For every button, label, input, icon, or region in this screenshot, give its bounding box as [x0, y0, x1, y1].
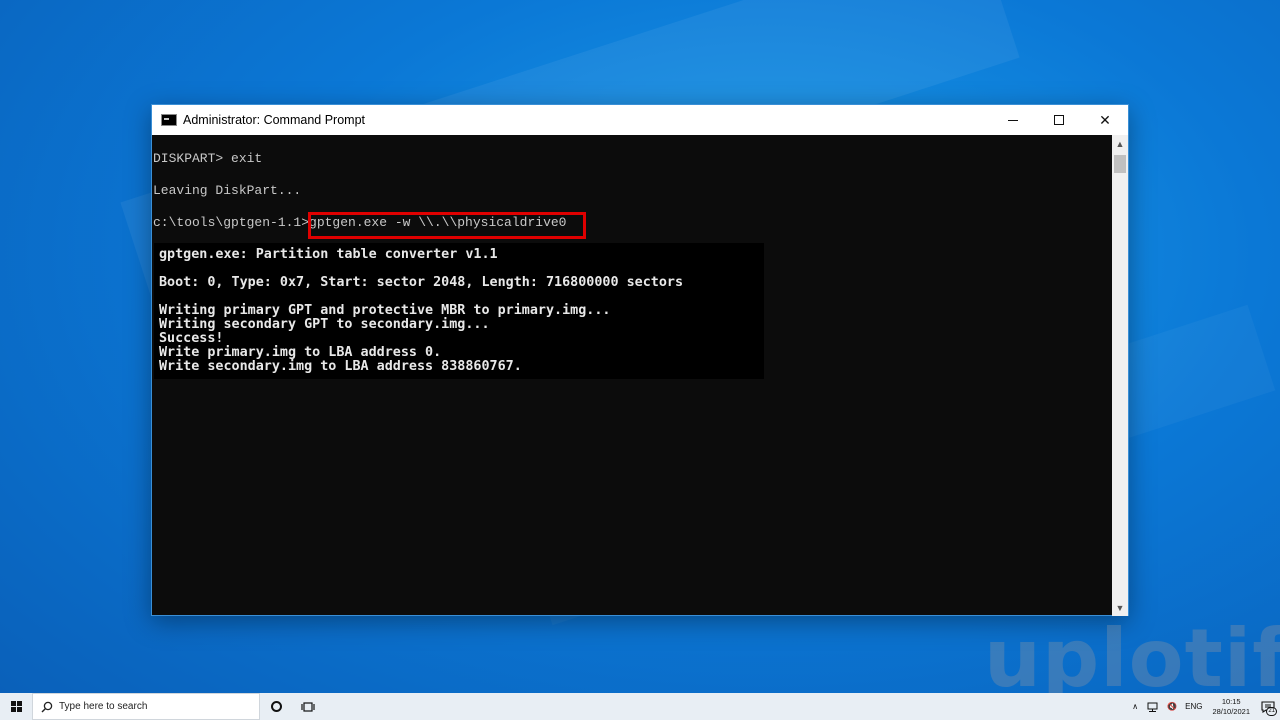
window-title: Administrator: Command Prompt — [183, 113, 366, 127]
action-center-button[interactable]: 21 — [1256, 693, 1280, 720]
clock[interactable]: 10:15 28/10/2021 — [1206, 697, 1256, 717]
output-line: gptgen.exe: Partition table converter v1… — [159, 247, 498, 262]
start-button[interactable] — [0, 693, 32, 720]
scroll-up-button[interactable]: ▲ — [1112, 135, 1128, 152]
search-icon — [41, 701, 53, 712]
search-placeholder: Type here to search — [59, 701, 148, 712]
output-line: Writing secondary GPT to secondary.img..… — [159, 317, 490, 332]
task-view-icon — [301, 701, 315, 712]
maximize-button[interactable] — [1036, 105, 1082, 135]
minimize-icon — [1008, 119, 1018, 121]
console-line: Leaving DiskPart... — [153, 183, 302, 198]
vertical-scrollbar[interactable]: ▲ ▼ — [1112, 135, 1128, 616]
language-indicator[interactable]: ENG — [1181, 702, 1206, 711]
network-icon — [1147, 702, 1158, 712]
title-bar[interactable]: Administrator: Command Prompt ✕ — [152, 105, 1128, 135]
window-controls: ✕ — [990, 105, 1128, 135]
clock-date: 28/10/2021 — [1212, 706, 1250, 716]
close-icon: ✕ — [1099, 111, 1111, 128]
command-prompt-window[interactable]: Administrator: Command Prompt ✕ DISKPART… — [151, 104, 1129, 616]
close-button[interactable]: ✕ — [1082, 105, 1128, 135]
console-line: DISKPART> exit — [153, 151, 263, 166]
output-line: Writing primary GPT and protective MBR t… — [159, 303, 611, 318]
cortana-button[interactable] — [260, 693, 292, 720]
scroll-thumb[interactable] — [1114, 155, 1126, 173]
output-line: Success! — [159, 331, 224, 346]
volume-button[interactable]: 🔇 — [1163, 702, 1181, 711]
volume-icon: 🔇 — [1167, 702, 1178, 711]
chevron-up-icon: ∧ — [1132, 702, 1139, 711]
show-hidden-icons-button[interactable]: ∧ — [1128, 702, 1142, 711]
minimize-button[interactable] — [990, 105, 1036, 135]
output-line: Write secondary.img to LBA address 83886… — [159, 359, 522, 374]
network-button[interactable] — [1142, 702, 1163, 712]
cortana-icon — [270, 701, 282, 712]
watermark-logo: uplotify — [984, 612, 1280, 705]
gptgen-output-block: gptgen.exe: Partition table converter v1… — [154, 243, 764, 379]
command-highlight-box — [308, 212, 586, 239]
notification-count-badge: 21 — [1266, 707, 1277, 716]
cmd-app-icon — [161, 114, 177, 126]
console-area[interactable]: DISKPART> exit Leaving DiskPart... c:\to… — [152, 135, 1113, 616]
taskbar-search[interactable]: Type here to search — [32, 693, 260, 720]
output-line: Write primary.img to LBA address 0. — [159, 345, 442, 360]
output-line: Boot: 0, Type: 0x7, Start: sector 2048, … — [159, 275, 684, 290]
windows-start-icon — [10, 701, 22, 712]
maximize-icon — [1054, 115, 1064, 125]
system-tray: ∧ 🔇 ENG 10:15 28/10/2021 21 — [1128, 693, 1280, 720]
clock-time: 10:15 — [1221, 696, 1241, 706]
task-view-button[interactable] — [292, 693, 324, 720]
taskbar: Type here to search ∧ 🔇 ENG 10:15 28/10/… — [0, 693, 1280, 720]
